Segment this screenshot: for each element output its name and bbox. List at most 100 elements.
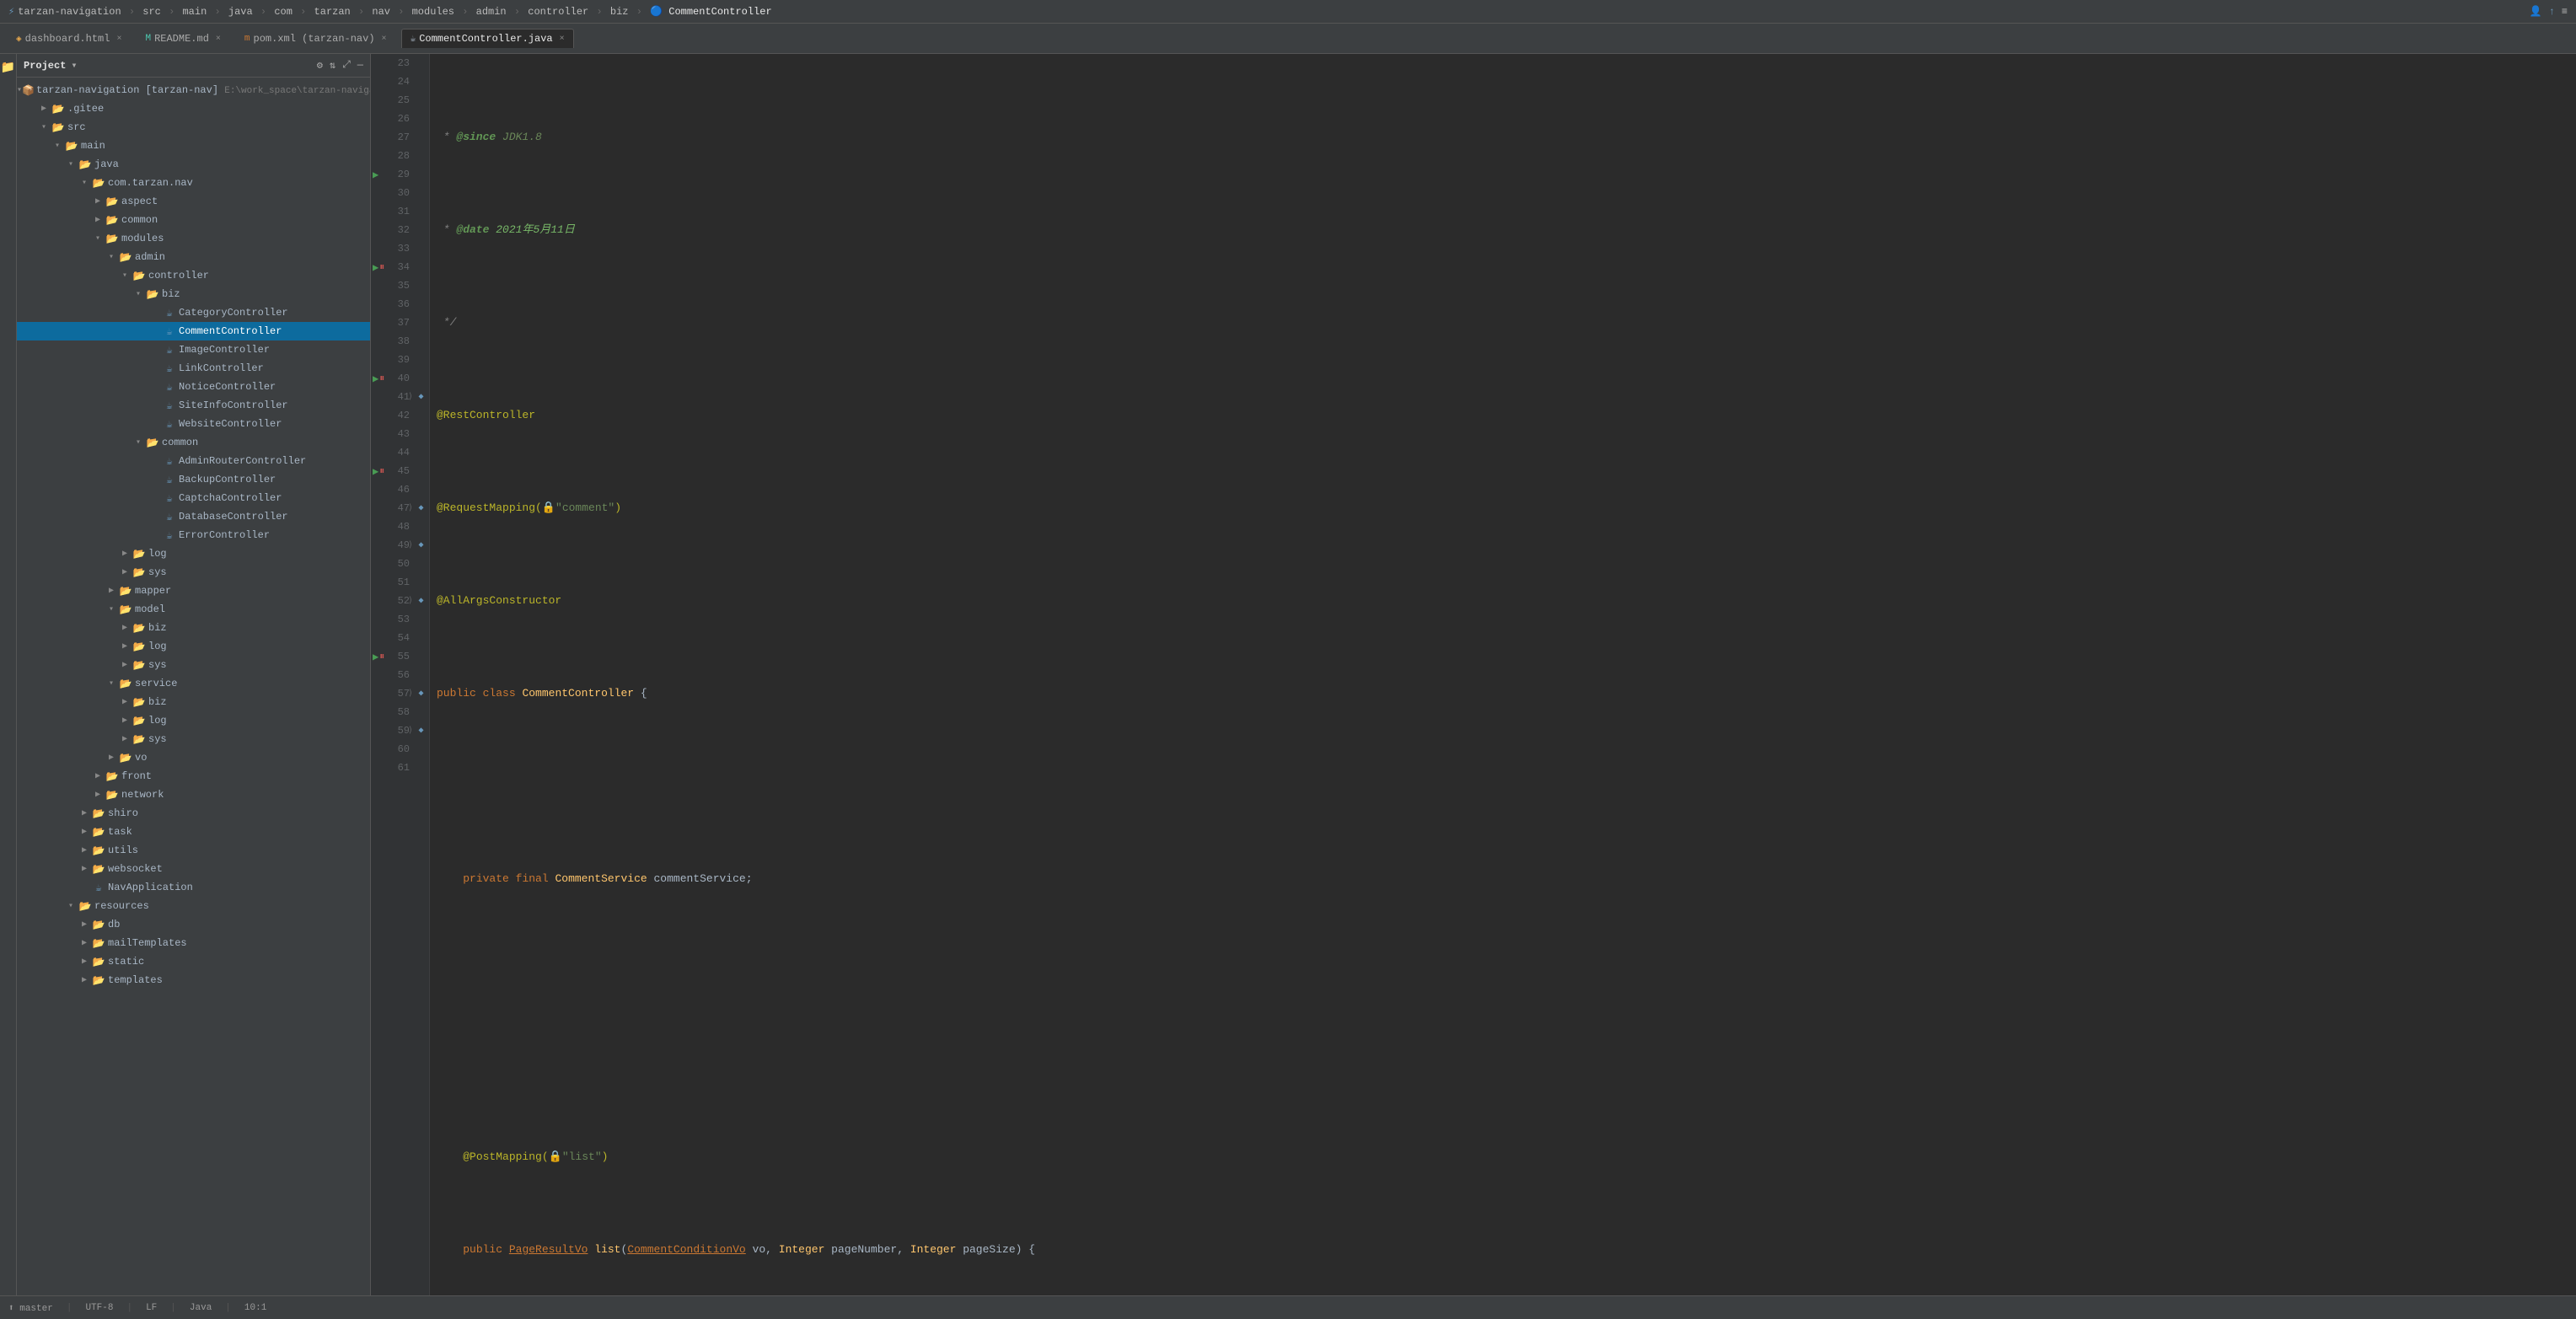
run-icon-34[interactable]: ▶ [373, 261, 378, 274]
tree-templates[interactable]: ▶ 📂 templates [17, 971, 370, 989]
tree-model-sys[interactable]: ▶ 📂 sys [17, 656, 370, 674]
eg-40 [413, 369, 429, 388]
tree-service-log[interactable]: ▶ 📂 log [17, 711, 370, 730]
tree-mapper[interactable]: ▶ 📂 mapper [17, 582, 370, 600]
tree-resources-label: resources [94, 900, 149, 912]
sort-icon[interactable]: ⇅ [330, 59, 335, 72]
tab-close-dashboard[interactable]: × [116, 35, 121, 44]
debug-icon-34[interactable]: ⏸ [379, 261, 384, 274]
project-sidebar-icon[interactable]: 📁 [1, 61, 15, 75]
tree-java[interactable]: ▾ 📂 java [17, 155, 370, 174]
project-dropdown-arrow[interactable]: ▾ [71, 59, 77, 72]
tree-model[interactable]: ▾ 📂 model [17, 600, 370, 619]
tree-modules[interactable]: ▾ 📂 modules [17, 229, 370, 248]
run-icon-40[interactable]: ▶ [373, 373, 378, 385]
tree-model-log[interactable]: ▶ 📂 log [17, 637, 370, 656]
code-container[interactable]: 23 24 25 26 27 [371, 54, 2576, 1295]
settings-icon[interactable]: ⚙ [317, 59, 323, 72]
tree-websocket[interactable]: ▶ 📂 websocket [17, 860, 370, 878]
gutter-44: 44 [371, 443, 413, 462]
fold-icon-57[interactable]: ⟩ [408, 689, 413, 699]
close-panel-icon[interactable]: — [357, 59, 363, 72]
tree-link-controller[interactable]: ▶ ☕ LinkController [17, 359, 370, 378]
tree-service-biz[interactable]: ▶ 📂 biz [17, 693, 370, 711]
tree-sys[interactable]: ▶ 📂 sys [17, 563, 370, 582]
tree-main[interactable]: ▾ 📂 main [17, 137, 370, 155]
nav-icon[interactable]: ≡ [2562, 6, 2568, 18]
tree-utils[interactable]: ▶ 📂 utils [17, 841, 370, 860]
debug-icon-45[interactable]: ⏸ [379, 465, 384, 478]
run-icon-55[interactable]: ▶ [373, 651, 378, 663]
encoding-status[interactable]: UTF-8 [85, 1303, 113, 1313]
tree-database[interactable]: ▶ ☕ DatabaseController [17, 507, 370, 526]
tree-mail[interactable]: ▶ 📂 mailTemplates [17, 934, 370, 952]
language-status[interactable]: Java [190, 1303, 212, 1313]
tree-java-label: java [94, 158, 119, 170]
tree-error[interactable]: ▶ ☕ ErrorController [17, 526, 370, 544]
md-file-icon: M [145, 34, 151, 44]
fold-icon-47[interactable]: ⟩ [408, 503, 413, 513]
tab-close-comment-controller[interactable]: × [560, 35, 565, 44]
eg-39 [413, 351, 429, 369]
tab-dashboard[interactable]: ◈ dashboard.html × [7, 29, 131, 48]
tree-admin-router[interactable]: ▶ ☕ AdminRouterController [17, 452, 370, 470]
tab-close-readme[interactable]: × [216, 35, 221, 44]
tree-comment-controller[interactable]: ▶ ☕ CommentController [17, 322, 370, 340]
tree-model-biz[interactable]: ▶ 📂 biz [17, 619, 370, 637]
tree-common-ctrl[interactable]: ▾ 📂 common [17, 433, 370, 452]
tree-notice-controller[interactable]: ▶ ☕ NoticeController [17, 378, 370, 396]
tree-backup[interactable]: ▶ ☕ BackupController [17, 470, 370, 489]
tree-admin[interactable]: ▾ 📂 admin [17, 248, 370, 266]
tree-front[interactable]: ▶ 📂 front [17, 767, 370, 786]
tree-log[interactable]: ▶ 📂 log [17, 544, 370, 563]
tree-siteinfo-controller[interactable]: ▶ ☕ SiteInfoController [17, 396, 370, 415]
fold-icon-41[interactable]: ⟩ [408, 392, 413, 402]
tree-nav-application[interactable]: ▶ ☕ NavApplication [17, 878, 370, 897]
tree-static[interactable]: ▶ 📂 static [17, 952, 370, 971]
tree-db[interactable]: ▶ 📂 db [17, 915, 370, 934]
tab-close-pom[interactable]: × [382, 35, 387, 44]
tree-service[interactable]: ▾ 📂 service [17, 674, 370, 693]
code-editor[interactable]: * @since JDK1.8 * @date 2021年5月11日 */ @R… [430, 54, 2576, 1295]
tree-src[interactable]: ▾ 📂 src [17, 118, 370, 137]
debug-icon-40[interactable]: ⏸ [379, 373, 384, 385]
window-controls[interactable]: 👤 ↑ ≡ [2530, 5, 2568, 18]
tree-websocket-label: websocket [108, 863, 163, 875]
tree-service-sys[interactable]: ▶ 📂 sys [17, 730, 370, 748]
tree-shiro[interactable]: ▶ 📂 shiro [17, 804, 370, 823]
tree-vo[interactable]: ▶ 📂 vo [17, 748, 370, 767]
line-ending-status[interactable]: LF [146, 1303, 157, 1313]
expand-icon[interactable]: ⤢ [342, 59, 351, 72]
tree-network[interactable]: ▶ 📂 network [17, 786, 370, 804]
tree-common-top[interactable]: ▶ 📂 common [17, 211, 370, 229]
java-notice-icon: ☕ [166, 382, 172, 394]
tree-gitee[interactable]: ▶ 📂 .gitee [17, 99, 370, 118]
project-header-icons[interactable]: ⚙ ⇅ ⤢ — [317, 59, 363, 72]
run-icon-45[interactable]: ▶ [373, 465, 378, 478]
folder-db-icon: 📂 [93, 920, 105, 931]
user-icon[interactable]: 👤 [2530, 5, 2542, 18]
tree-biz[interactable]: ▾ 📂 biz [17, 285, 370, 303]
tree-task[interactable]: ▶ 📂 task [17, 823, 370, 841]
tree-category-controller[interactable]: ▶ ☕ CategoryController [17, 303, 370, 322]
tree-com-tarzan-nav[interactable]: ▾ 📂 com.tarzan.nav [17, 174, 370, 192]
tree-aspect[interactable]: ▶ 📂 aspect [17, 192, 370, 211]
tree-db-label: db [108, 919, 120, 930]
tree-comment-label: CommentController [179, 325, 282, 337]
debug-icon-55[interactable]: ⏸ [379, 651, 384, 663]
tab-comment-controller[interactable]: ☕ CommentController.java × [401, 29, 574, 48]
tab-readme[interactable]: M README.md × [136, 29, 229, 48]
git-status[interactable]: ⬆ master [8, 1302, 53, 1314]
tree-website-controller[interactable]: ▶ ☕ WebsiteController [17, 415, 370, 433]
tree-controller[interactable]: ▾ 📂 controller [17, 266, 370, 285]
tree-image-controller[interactable]: ▶ ☕ ImageController [17, 340, 370, 359]
run-icon-29[interactable]: ▶ [373, 169, 378, 181]
fold-icon-49[interactable]: ⟩ [408, 540, 413, 550]
fold-icon-59[interactable]: ⟩ [408, 726, 413, 736]
tree-resources[interactable]: ▾ 📂 resources [17, 897, 370, 915]
tree-root[interactable]: ▾ 📦 tarzan-navigation [tarzan-nav] E:\wo… [17, 81, 370, 99]
tab-pom[interactable]: m pom.xml (tarzan-nav) × [235, 29, 396, 48]
vcs-icon[interactable]: ↑ [2549, 6, 2555, 18]
fold-icon-52[interactable]: ⟩ [408, 596, 413, 606]
tree-captcha[interactable]: ▶ ☕ CaptchaController [17, 489, 370, 507]
